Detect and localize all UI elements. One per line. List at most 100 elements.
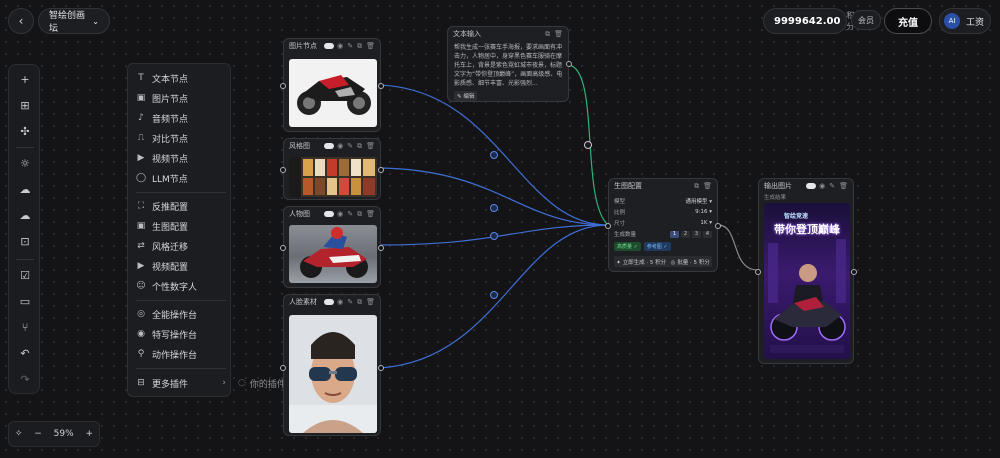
toggle-switch[interactable] (324, 299, 335, 305)
menu-item-action-console[interactable]: ⚲ 动作操作台 (136, 346, 226, 362)
toggle-switch[interactable] (324, 143, 335, 149)
menu-item-llm-node[interactable]: ◯ LLM节点 (136, 170, 226, 186)
node-header: 输出图片 ◉ ✎ 🗑 (759, 179, 853, 193)
trash-icon[interactable]: 🗑 (366, 298, 375, 307)
menu-item-digital-human[interactable]: ☺ 个性数字人 (136, 278, 226, 294)
menu-item-image-node[interactable]: ▣ 图片节点 (136, 90, 226, 106)
wire-4 (379, 224, 609, 369)
chevron-right-icon: › (222, 378, 226, 388)
copy-icon[interactable]: ⧉ (357, 298, 362, 307)
size-select[interactable]: 尺寸 1K ▾ (614, 218, 712, 228)
cloud-upload-icon[interactable]: ☁ (17, 181, 33, 197)
trash-icon[interactable]: 🗑 (366, 210, 375, 219)
undo-icon[interactable]: ↶ (17, 345, 33, 361)
zoom-in-button[interactable]: + (86, 429, 94, 439)
copy-icon[interactable]: ⧉ (357, 142, 362, 151)
node-header: 生图配置 ⧉ 🗑 (609, 179, 717, 193)
branch-icon[interactable]: ⑂ (17, 319, 33, 335)
checkbox-icon[interactable]: ☑ (17, 267, 33, 283)
recharge-button[interactable]: 充值 (884, 8, 932, 34)
batch-button[interactable]: ◎ 批量 · 5 积分 (671, 258, 710, 266)
menu-item-compare-node[interactable]: ⎍ 对比节点 (136, 130, 226, 146)
menu-item-all-console[interactable]: ◎ 全能操作台 (136, 306, 226, 322)
quality-chip[interactable]: 高质量 ✓ (614, 241, 641, 251)
menu-item-style-transfer[interactable]: ⇄ 风格迁移 (136, 238, 226, 254)
balance-value: 9999642.00 (774, 15, 841, 27)
eye-icon[interactable]: ◉ (337, 210, 343, 219)
count-option[interactable]: 1 (670, 230, 679, 238)
trash-icon[interactable]: 🗑 (366, 142, 375, 151)
layers-icon[interactable]: ▭ (17, 293, 33, 309)
edit-tag[interactable]: ✎ 编辑 (454, 91, 478, 101)
menu-item-more-plugins[interactable]: ⊟ 更多插件 › (136, 375, 226, 391)
image-gen-config-node[interactable]: 生图配置 ⧉ 🗑 模型 通用模型 ▾ 比例 9:16 ▾ 尺寸 1K ▾ 生成数量 12… (605, 178, 721, 272)
image-node-4[interactable]: 人脸素材 ◉ ✎ ⧉ 🗑 (280, 294, 384, 436)
copy-icon[interactable]: ⧉ (357, 42, 362, 51)
menu-item-audio-node[interactable]: ♪ 音频节点 (136, 110, 226, 126)
menu-item-video-node[interactable]: ▶ 视频节点 (136, 150, 226, 166)
eye-icon[interactable]: ◉ (337, 142, 343, 151)
edit-icon[interactable]: ✎ (347, 210, 353, 219)
prompt-text[interactable]: 帮我生成一张赛车手海报，要求画面有冲击力，人物居中，身穿黑色赛车服骑在摩托车上，… (454, 43, 564, 89)
trash-icon[interactable]: 🗑 (839, 182, 848, 190)
edit-icon[interactable]: ✎ (829, 182, 835, 190)
video-icon: ▶ (137, 153, 145, 163)
vip-button[interactable]: 会员 (851, 10, 881, 30)
node-header: 文本输入 ⧉ 🗑 (448, 27, 568, 41)
poster-grid-image (289, 157, 377, 197)
music-icon: ♪ (138, 113, 144, 123)
cloud-download-icon[interactable]: ☁ (17, 207, 33, 223)
project-name: 智绘创画坛 (49, 11, 86, 34)
model-select[interactable]: 模型 通用模型 ▾ (614, 196, 712, 206)
edit-icon[interactable]: ✎ (347, 298, 353, 307)
poster-small-title: 智绘竞速 (784, 213, 809, 220)
toggle-switch[interactable] (324, 211, 335, 217)
image-node-3[interactable]: 人物图 ◉ ✎ ⧉ 🗑 (280, 206, 384, 288)
user-menu[interactable]: AI 工资 (939, 8, 991, 34)
generate-button[interactable]: ✦ 立即生成 · 5 积分 (616, 258, 666, 266)
zoom-out-button[interactable]: − (34, 429, 42, 439)
edit-icon[interactable]: ✎ (347, 142, 353, 151)
menu-item-text-node[interactable]: T 文本节点 (136, 70, 226, 86)
count-option[interactable]: 4 (703, 230, 712, 238)
redo-icon[interactable]: ↷ (17, 371, 33, 387)
puzzle-icon[interactable]: ✣ (17, 123, 33, 139)
add-icon[interactable]: + (17, 71, 33, 87)
ratio-select[interactable]: 比例 9:16 ▾ (614, 207, 712, 217)
eye-icon[interactable]: ◉ (337, 42, 343, 51)
back-button[interactable]: ‹ (8, 8, 34, 34)
trash-icon[interactable]: 🗑 (554, 30, 563, 39)
node-title: 生图配置 (614, 182, 642, 190)
edit-icon[interactable]: ✎ (347, 42, 353, 51)
trash-icon[interactable]: 🗑 (366, 42, 375, 51)
toggle-switch[interactable] (806, 183, 817, 189)
menu-item-closeup-console[interactable]: ◉ 特写操作台 (136, 326, 226, 342)
copy-icon[interactable]: ⧉ (694, 182, 699, 191)
count-option[interactable]: 3 (692, 230, 701, 238)
wire-6 (717, 224, 759, 271)
image-node-2[interactable]: 风格图 ◉ ✎ ⧉ 🗑 (280, 138, 384, 200)
copy-icon[interactable]: ⧉ (357, 210, 362, 219)
menu-item-reverse-config[interactable]: ⛶ 反推配置 (136, 198, 226, 214)
count-option[interactable]: 2 (681, 230, 690, 238)
node-title: 人脸素材 (289, 298, 317, 306)
toggle-switch[interactable] (324, 43, 335, 49)
eye-icon[interactable]: ◉ (337, 298, 343, 307)
plugin-icon: ⊟ (137, 378, 145, 388)
menu-item-video-config[interactable]: ▶ 视频配置 (136, 258, 226, 274)
trash-icon[interactable]: 🗑 (703, 182, 712, 191)
sun-icon[interactable]: ☼ (17, 155, 33, 171)
copy-icon[interactable]: ⧉ (545, 30, 550, 39)
image-node-1[interactable]: 图片节点 ◉ ✎ ⧉ 🗑 (280, 38, 384, 132)
video-config-icon: ▶ (137, 261, 145, 271)
menu-item-image-gen-config[interactable]: ▣ 生图配置 (136, 218, 226, 234)
project-selector[interactable]: 智绘创画坛 ⌄ (38, 8, 110, 34)
fit-view-icon[interactable]: ✧ (15, 429, 23, 439)
text-input-node[interactable]: 文本输入 ⧉ 🗑 帮我生成一张赛车手海报，要求画面有冲击力，人物居中，身穿黑色赛车… (447, 26, 572, 102)
scan-icon: ⛶ (137, 201, 145, 211)
eye-icon[interactable]: ◉ (819, 182, 825, 190)
output-image-node[interactable]: 输出图片 ◉ ✎ 🗑 生成结果 智绘竞速 带你登顶巅峰 (755, 178, 857, 364)
box-icon[interactable]: ⊡ (17, 233, 33, 249)
grid-icon[interactable]: ⊞ (17, 97, 33, 113)
reference-chip[interactable]: 参考图 ✓ (643, 241, 671, 251)
